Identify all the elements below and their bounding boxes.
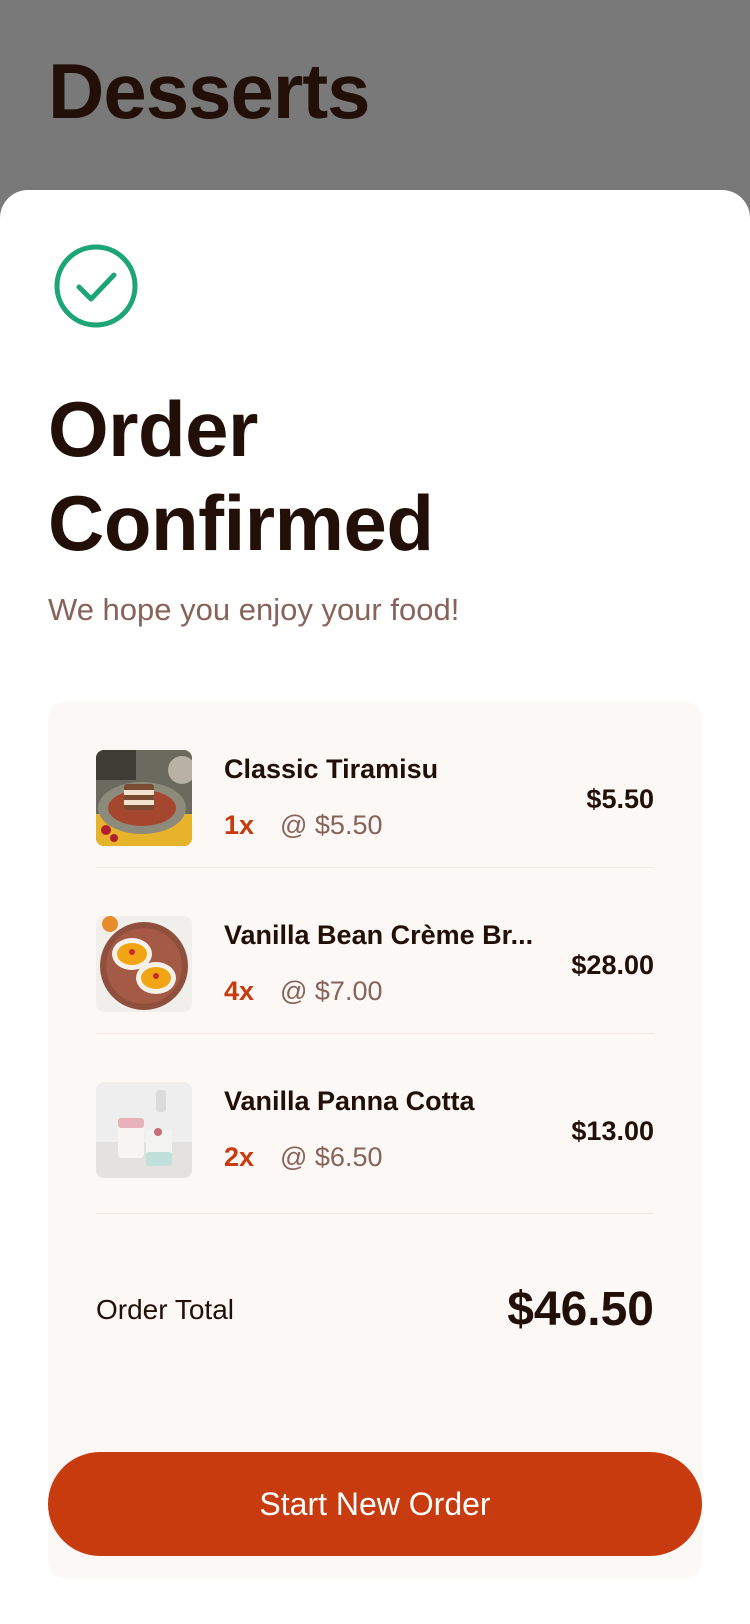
- page-title: Desserts: [48, 47, 371, 135]
- item-line-total: $28.00: [571, 950, 654, 980]
- item-line-total: $13.00: [571, 1116, 654, 1146]
- start-new-order-button[interactable]: Start New Order: [48, 1452, 702, 1556]
- order-total-label: Order Total: [96, 1294, 234, 1325]
- item-line-total: $5.50: [586, 784, 654, 814]
- item-name: Vanilla Bean Crème Br...: [224, 920, 534, 950]
- confirmation-title: Order Confirmed: [48, 382, 434, 570]
- item-quantity: 2x: [224, 1142, 255, 1172]
- order-confirmed-modal: Order Confirmed We hope you enjoy your f…: [0, 190, 750, 1624]
- item-name: Classic Tiramisu: [224, 754, 439, 784]
- order-item: Vanilla Bean Crème Br... 4x @ $7.00 $28.…: [96, 868, 654, 1034]
- confirmation-title-line1: Order: [48, 385, 258, 473]
- item-quantity: 4x: [224, 976, 255, 1006]
- item-unit-price: @ $6.50: [280, 1142, 383, 1172]
- item-unit-price: @ $7.00: [280, 976, 383, 1006]
- panna-cotta-thumbnail: [96, 1082, 192, 1178]
- order-total-value: $46.50: [507, 1283, 654, 1336]
- order-item: Vanilla Panna Cotta 2x @ $6.50 $13.00: [96, 1034, 654, 1214]
- tiramisu-thumbnail: [96, 750, 192, 846]
- item-unit-price: @ $5.50: [280, 810, 383, 840]
- confirmation-title-line2: Confirmed: [48, 479, 434, 567]
- order-item: Classic Tiramisu 1x @ $5.50 $5.50: [96, 702, 654, 868]
- check-circle-icon: [54, 244, 138, 328]
- item-name: Vanilla Panna Cotta: [224, 1086, 475, 1116]
- order-summary: Classic Tiramisu 1x @ $5.50 $5.50 Vanill…: [48, 702, 702, 1578]
- confirmation-subtitle: We hope you enjoy your food!: [48, 592, 460, 627]
- item-quantity: 1x: [224, 810, 255, 840]
- creme-brulee-thumbnail: [96, 916, 192, 1012]
